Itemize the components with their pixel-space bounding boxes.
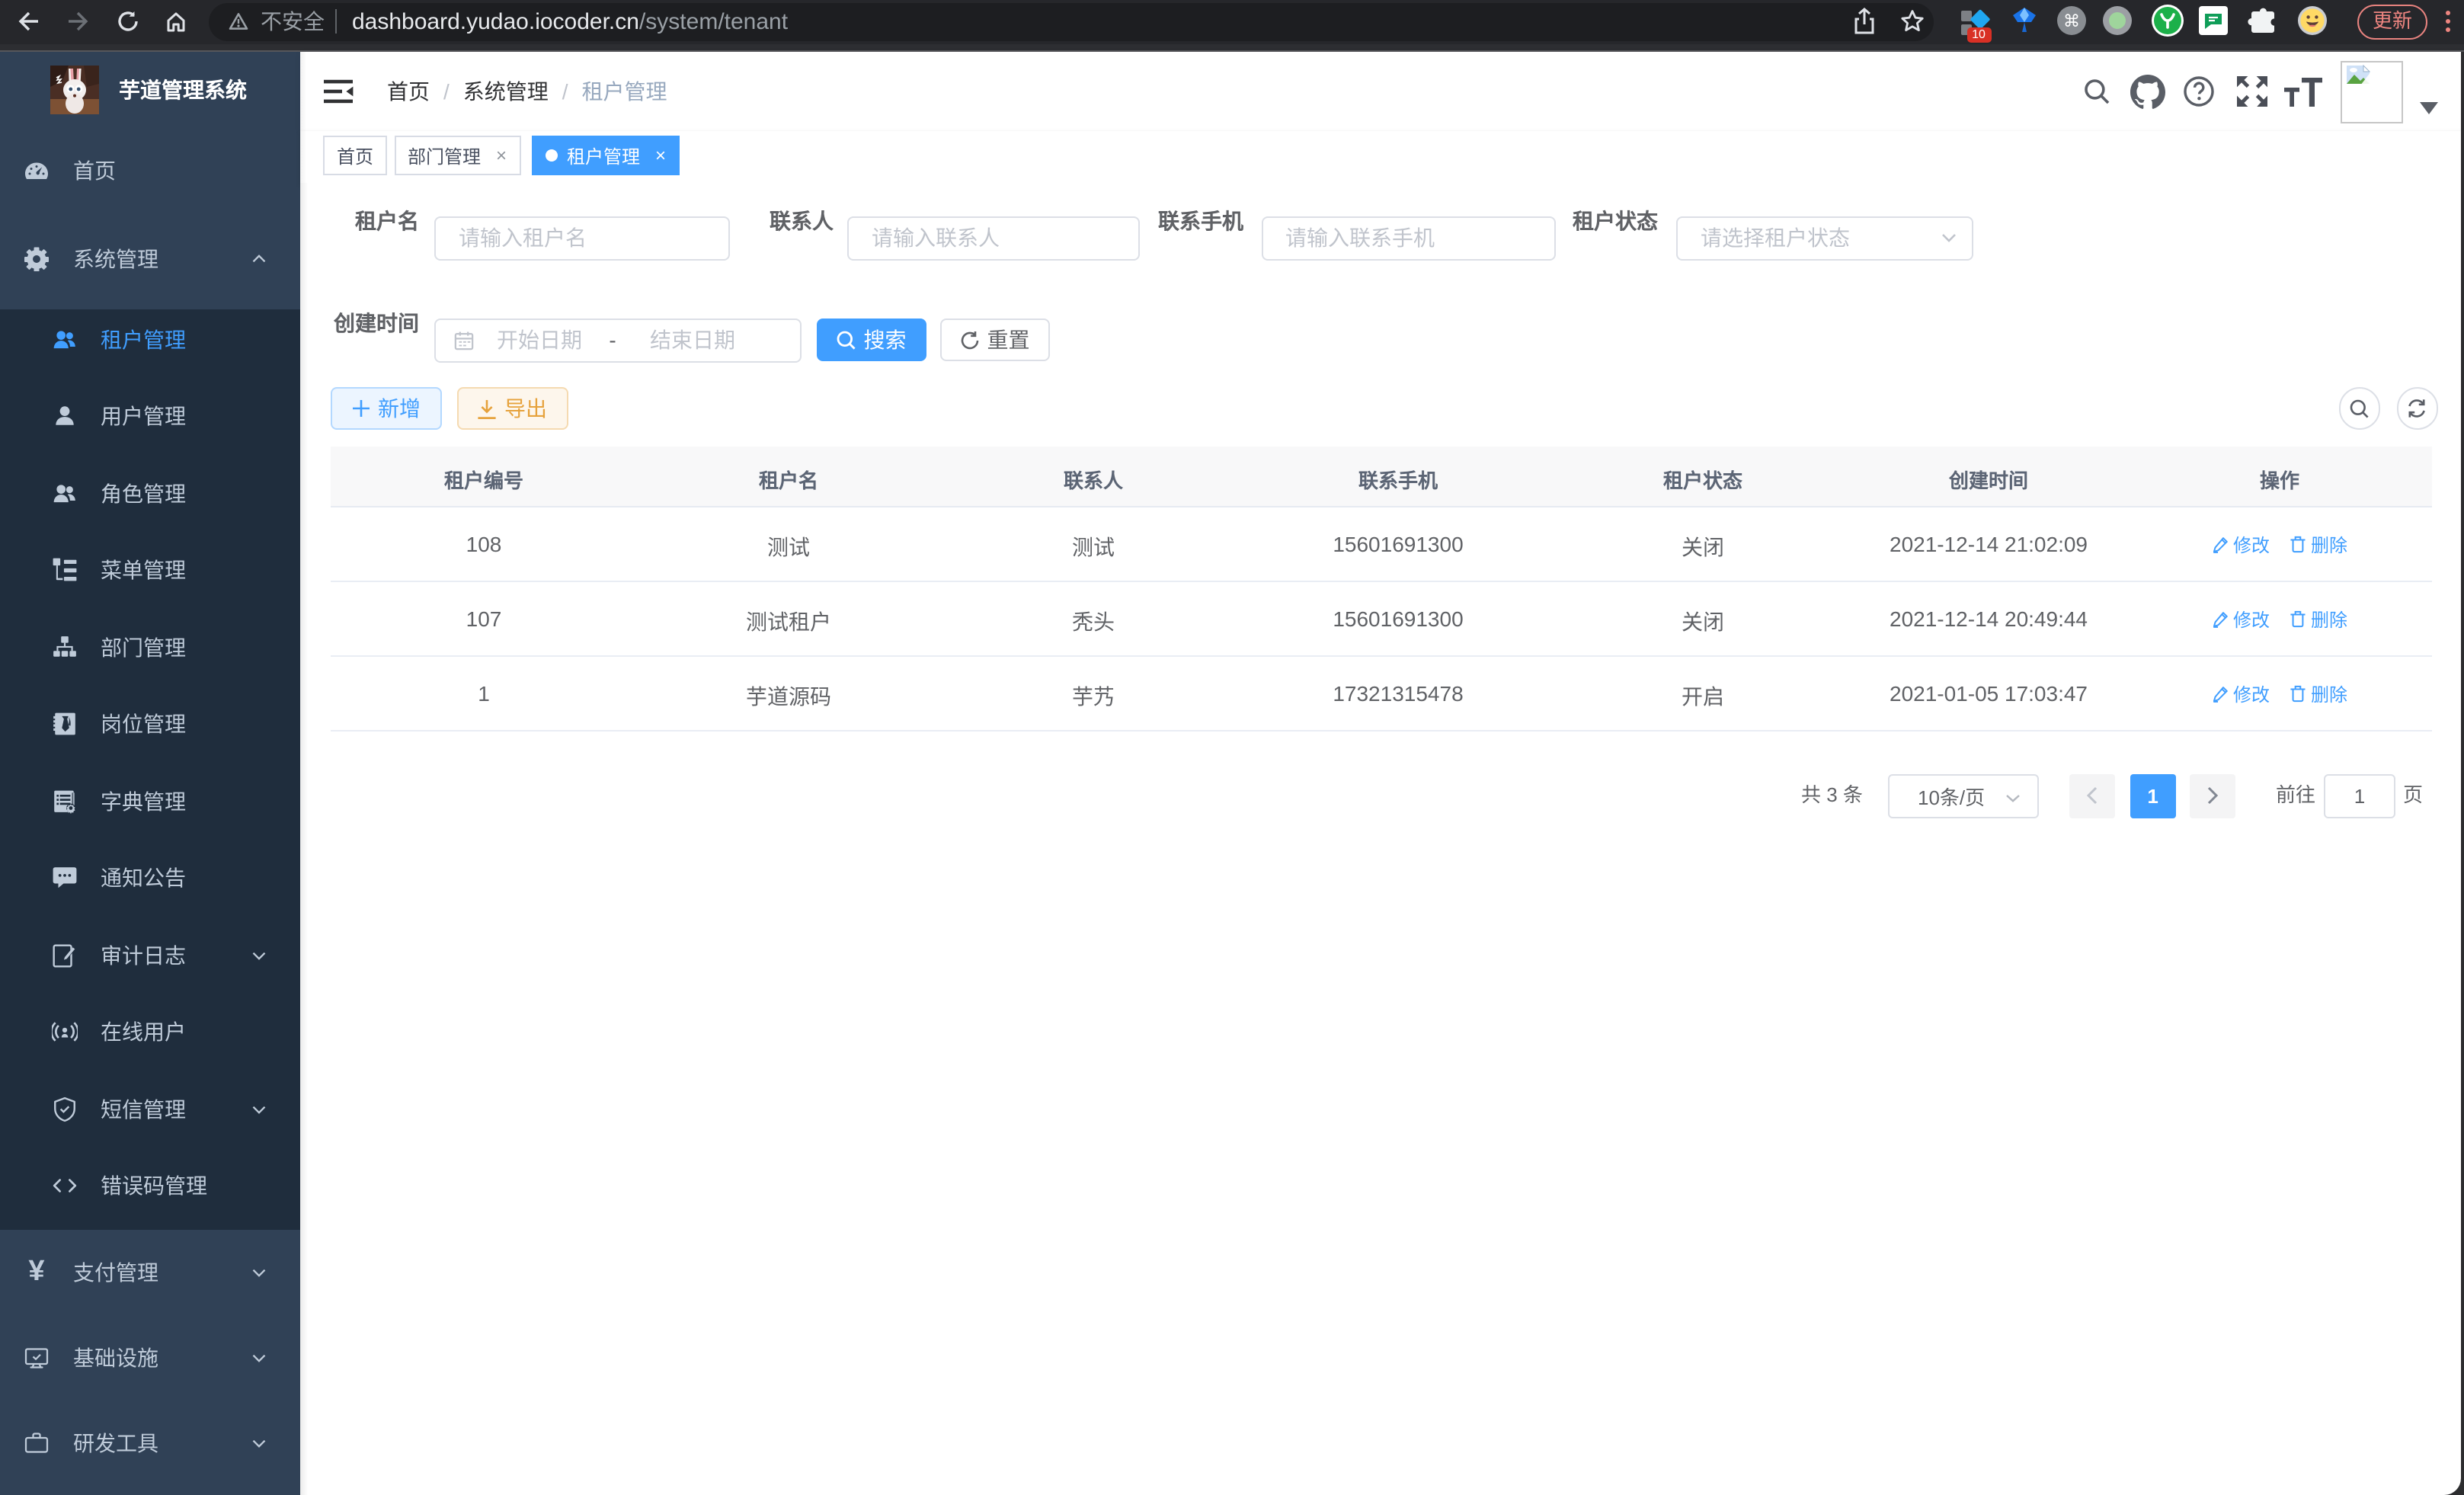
svg-text:⌘: ⌘ xyxy=(2062,11,2079,30)
